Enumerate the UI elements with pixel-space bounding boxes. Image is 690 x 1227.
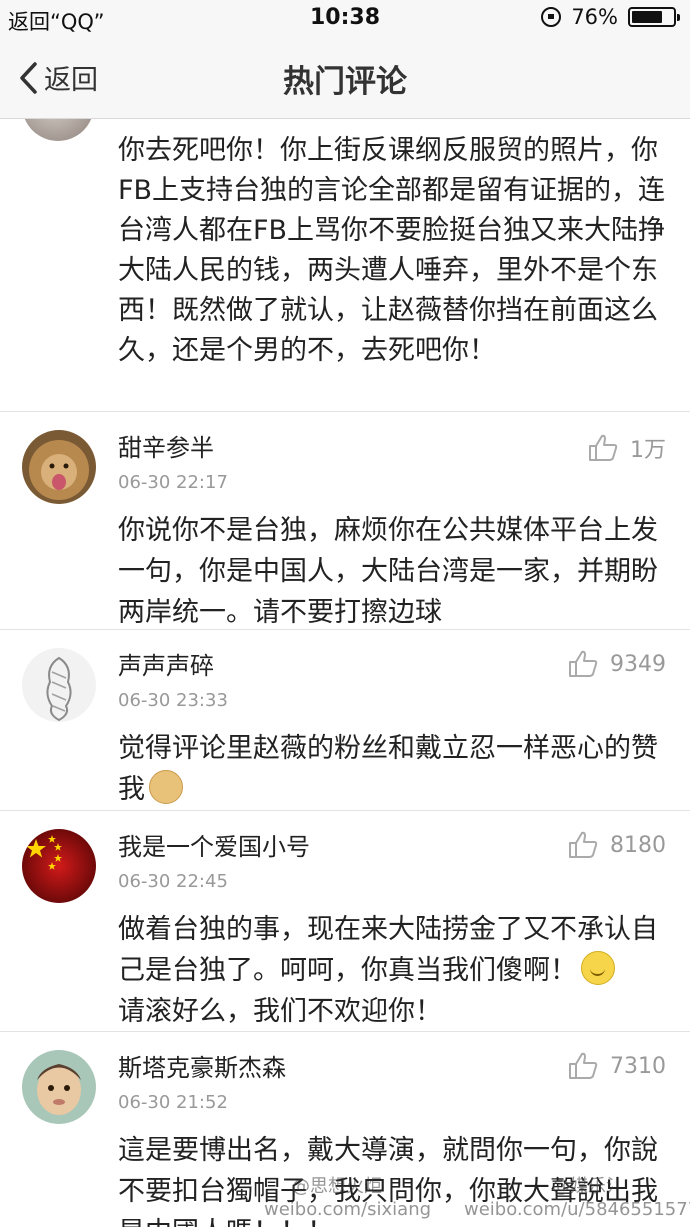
like-button[interactable]: 8180 bbox=[568, 831, 666, 859]
lion-avatar-icon bbox=[22, 430, 96, 504]
comment-text-content: 觉得评论里赵薇的粉丝和戴立忍一样恶心的赞我 bbox=[118, 733, 658, 805]
thumbs-up-icon bbox=[569, 1052, 598, 1079]
timestamp: 06-30 21:52 bbox=[118, 1092, 228, 1113]
username[interactable]: 声声声碎 bbox=[118, 646, 214, 681]
avatar[interactable] bbox=[22, 430, 96, 504]
like-button[interactable]: 7310 bbox=[568, 1052, 666, 1080]
braid-sketch-avatar-icon bbox=[22, 648, 96, 722]
thumbs-up-icon bbox=[569, 650, 598, 677]
thumbs-up-icon bbox=[569, 831, 598, 858]
timestamp: 06-30 22:45 bbox=[118, 871, 228, 892]
like-count: 7310 bbox=[610, 1053, 666, 1079]
battery-percent: 76% bbox=[571, 5, 618, 29]
nav-bar: 返回 热门评论 bbox=[0, 40, 690, 119]
watermark: weibo.com/sixiang bbox=[264, 1199, 432, 1220]
username[interactable]: 甜辛参半 bbox=[118, 428, 214, 463]
timestamp: 06-30 22:17 bbox=[118, 472, 228, 493]
doge-emoji-icon bbox=[149, 770, 183, 804]
comment-text-content: 做着台独的事，现在来大陆捞金了又不承认自己是台独了。呵呵，你真当我们傻啊！ bbox=[118, 914, 658, 986]
list-item[interactable]: 我是一个爱国小号 06-30 22:45 8180 做着台独的事，现在来大陆捞金… bbox=[0, 811, 690, 1031]
list-item[interactable]: 甜辛参半 06-30 22:17 1万 你说你不是台独，麻烦你在公共媒体平台上发… bbox=[0, 412, 690, 629]
thumbs-up-icon bbox=[589, 434, 618, 461]
avatar[interactable] bbox=[22, 1050, 96, 1124]
battery-level-fill bbox=[632, 11, 663, 23]
rotation-lock-icon bbox=[541, 7, 562, 27]
like-button[interactable]: 9349 bbox=[568, 650, 666, 678]
comment-text: 觉得评论里赵薇的粉丝和戴立忍一样恶心的赞我 bbox=[118, 728, 666, 810]
username[interactable]: 我是一个爱国小号 bbox=[118, 827, 310, 862]
avatar[interactable] bbox=[22, 829, 96, 903]
username[interactable]: 斯塔克豪斯杰森 bbox=[118, 1048, 286, 1083]
comment-list[interactable]: 你去死吧你！你上街反课纲反服贸的照片，你FB上支持台独的言论全部都是留有证据的，… bbox=[0, 119, 690, 1227]
china-flag-avatar-icon bbox=[22, 829, 96, 903]
like-count: 1万 bbox=[630, 438, 666, 463]
comment-text-content-2: 请滚好么，我们不欢迎你！ bbox=[118, 996, 442, 1027]
status-indicators: 76% bbox=[541, 5, 680, 29]
smile-emoji-icon bbox=[581, 951, 615, 985]
comment-text: 你去死吧你！你上街反课纲反服贸的照片，你FB上支持台独的言论全部都是留有证据的，… bbox=[118, 135, 666, 366]
list-item[interactable]: 声声声碎 06-30 23:33 9349 觉得评论里赵薇的粉丝和戴立忍一样恶心… bbox=[0, 630, 690, 810]
avatar[interactable] bbox=[22, 648, 96, 722]
watermark: @思想火炬 bbox=[292, 1176, 382, 1197]
child-photo-avatar-icon bbox=[22, 1050, 96, 1124]
page-title: 热门评论 bbox=[283, 64, 407, 100]
like-button[interactable]: 1万 bbox=[588, 432, 666, 464]
watermark: weibo.com/u/5846551577 bbox=[464, 1199, 690, 1220]
like-count: 9349 bbox=[610, 651, 666, 677]
like-count: 8180 bbox=[610, 832, 666, 858]
status-bar: 返回“QQ” 10:38 76% bbox=[0, 0, 690, 40]
timestamp: 06-30 23:33 bbox=[118, 690, 228, 711]
avatar[interactable] bbox=[22, 119, 94, 141]
comment-text: 做着台独的事，现在来大陆捞金了又不承认自己是台独了。呵呵，你真当我们傻啊！ 请滚好… bbox=[118, 909, 666, 1032]
comment-text: 你说你不是台独，麻烦你在公共媒体平台上发一句，你是中国人，大陆台湾是一家，并期盼… bbox=[118, 515, 658, 628]
battery-icon bbox=[628, 7, 680, 27]
watermark: @媒乐氵 bbox=[552, 1176, 624, 1197]
